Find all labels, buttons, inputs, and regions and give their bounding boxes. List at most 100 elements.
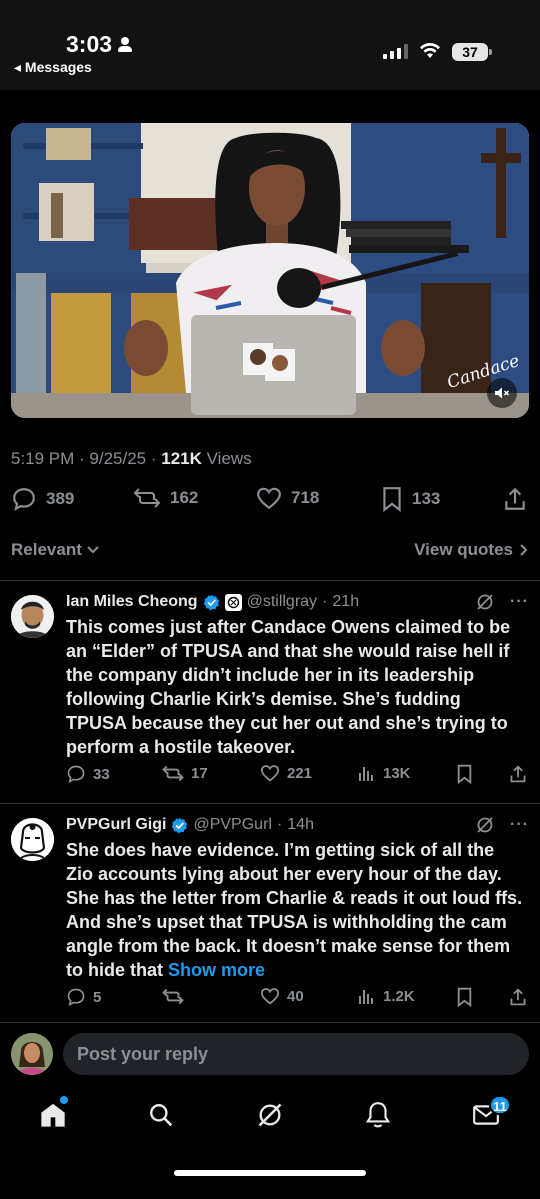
author-name[interactable]: PVPGurl Gigi xyxy=(66,816,166,834)
post-date: 9/25/25 xyxy=(89,449,147,468)
bookmark-count: 133 xyxy=(412,489,441,508)
post-timestamp-views: 5:19 PM · 9/25/25 · 121K Views xyxy=(11,449,252,468)
avatar-image xyxy=(11,818,54,861)
reply-icon xyxy=(13,488,35,511)
bookmark-icon xyxy=(383,487,401,512)
reply-button[interactable]: 389 xyxy=(11,486,74,512)
reply-count: 33 xyxy=(93,765,110,783)
views-count: 13K xyxy=(383,764,411,782)
back-to-messages-link[interactable]: ◂ Messages xyxy=(14,59,92,76)
author-handle[interactable]: @stillgray xyxy=(247,593,317,611)
home-notification-dot xyxy=(60,1096,68,1104)
reply-icon xyxy=(67,988,85,1007)
reply-button[interactable]: 5 xyxy=(66,987,101,1007)
battery-indicator: 37 xyxy=(452,43,492,61)
repost-icon xyxy=(162,988,184,1005)
verified-badge-icon xyxy=(203,594,219,610)
divider xyxy=(0,580,540,581)
separator-dot: · xyxy=(322,593,328,610)
chevron-right-icon xyxy=(520,544,528,556)
verified-badge-icon xyxy=(172,817,188,833)
divider xyxy=(0,803,540,804)
more-options-icon[interactable]: ··· xyxy=(510,816,529,834)
mute-button[interactable] xyxy=(487,378,517,408)
messages-badge: 11 xyxy=(489,1095,511,1115)
reply-header: Ian Miles Cheong @stillgray · 21h xyxy=(66,593,359,611)
like-count: 718 xyxy=(291,488,320,507)
bookmark-button[interactable]: 133 xyxy=(381,486,440,512)
reply-input[interactable]: Post your reply xyxy=(63,1033,529,1075)
repost-button[interactable]: 162 xyxy=(133,486,198,510)
views-button[interactable]: 13K xyxy=(358,764,411,782)
show-more-link[interactable]: Show more xyxy=(168,960,265,980)
grok-icon[interactable] xyxy=(476,816,494,834)
tab-search[interactable] xyxy=(146,1100,176,1130)
reply-item[interactable]: PVPGurl Gigi @PVPGurl · 14h ··· She does… xyxy=(0,816,540,1016)
bookmark-button[interactable] xyxy=(456,987,473,1007)
reply-action-bar: 33 17 221 13K xyxy=(66,764,528,786)
share-button[interactable] xyxy=(503,486,527,512)
bookmark-button[interactable] xyxy=(456,764,473,784)
like-button[interactable]: 718 xyxy=(256,486,319,510)
tab-home[interactable] xyxy=(38,1100,68,1130)
clock-text: 3:03 xyxy=(66,31,113,57)
avatar[interactable] xyxy=(11,818,54,861)
post-time: 5:19 PM xyxy=(11,449,75,468)
repost-count: 162 xyxy=(170,488,199,507)
reply-header-actions: ··· xyxy=(476,593,529,611)
reply-text: She does have evidence. I’m getting sick… xyxy=(66,838,526,982)
avatar-image xyxy=(11,1033,53,1075)
reply-text-body: She does have evidence. I’m getting sick… xyxy=(66,840,523,980)
views-chart-icon xyxy=(359,990,373,1004)
home-icon xyxy=(41,1103,65,1127)
reply-icon xyxy=(67,765,85,784)
reply-header: PVPGurl Gigi @PVPGurl · 14h xyxy=(66,816,314,834)
like-button[interactable]: 221 xyxy=(260,764,312,782)
bell-icon xyxy=(365,1102,391,1128)
share-button[interactable] xyxy=(509,987,527,1007)
repost-button[interactable]: 17 xyxy=(162,764,208,783)
reply-composer: Post your reply xyxy=(0,1030,540,1078)
author-handle[interactable]: @PVPGurl xyxy=(193,816,271,834)
heart-icon xyxy=(260,988,280,1005)
grok-icon xyxy=(258,1103,282,1127)
current-user-avatar[interactable] xyxy=(11,1033,53,1075)
views-count: 1.2K xyxy=(383,987,415,1005)
cellular-signal-icon xyxy=(383,43,408,59)
heart-icon xyxy=(260,765,280,782)
bottom-tab-bar: 11 xyxy=(0,1088,540,1199)
views-chart-icon xyxy=(359,767,373,781)
share-icon xyxy=(505,487,525,510)
avatar[interactable] xyxy=(11,595,54,638)
grok-icon[interactable] xyxy=(476,593,494,611)
share-button[interactable] xyxy=(509,764,527,784)
bookmark-icon xyxy=(457,764,472,784)
reply-item[interactable]: Ian Miles Cheong @stillgray · 21h ··· Th… xyxy=(0,593,540,793)
tab-grok[interactable] xyxy=(255,1100,285,1130)
sort-label: Relevant xyxy=(11,540,82,559)
repost-button[interactable] xyxy=(162,987,191,1006)
author-name[interactable]: Ian Miles Cheong xyxy=(66,593,198,611)
more-options-icon[interactable]: ··· xyxy=(510,593,529,611)
tab-notifications[interactable] xyxy=(363,1100,393,1130)
views-button[interactable]: 1.2K xyxy=(358,987,415,1005)
affiliate-badge-icon xyxy=(224,593,242,611)
view-quotes-link[interactable]: View quotes xyxy=(414,540,529,560)
post-action-bar: 389 162 718 133 xyxy=(11,486,529,516)
post-age: 14h xyxy=(287,816,314,833)
speaker-muted-icon xyxy=(495,387,510,399)
divider xyxy=(0,1022,540,1023)
home-indicator[interactable] xyxy=(174,1170,366,1176)
like-button[interactable]: 40 xyxy=(260,987,304,1005)
avatar-image xyxy=(11,595,54,638)
views-label: Views xyxy=(206,449,252,468)
search-icon xyxy=(150,1104,173,1127)
sort-dropdown[interactable]: Relevant xyxy=(11,540,100,560)
reply-action-bar: 5 40 1.2K xyxy=(66,987,528,1009)
reply-count: 5 xyxy=(93,988,102,1006)
heart-icon xyxy=(257,487,281,510)
like-count: 221 xyxy=(287,764,313,782)
status-bar: 3:03 ◂ Messages 37 xyxy=(0,0,540,90)
person-icon xyxy=(118,36,133,53)
reply-button[interactable]: 33 xyxy=(66,764,110,784)
